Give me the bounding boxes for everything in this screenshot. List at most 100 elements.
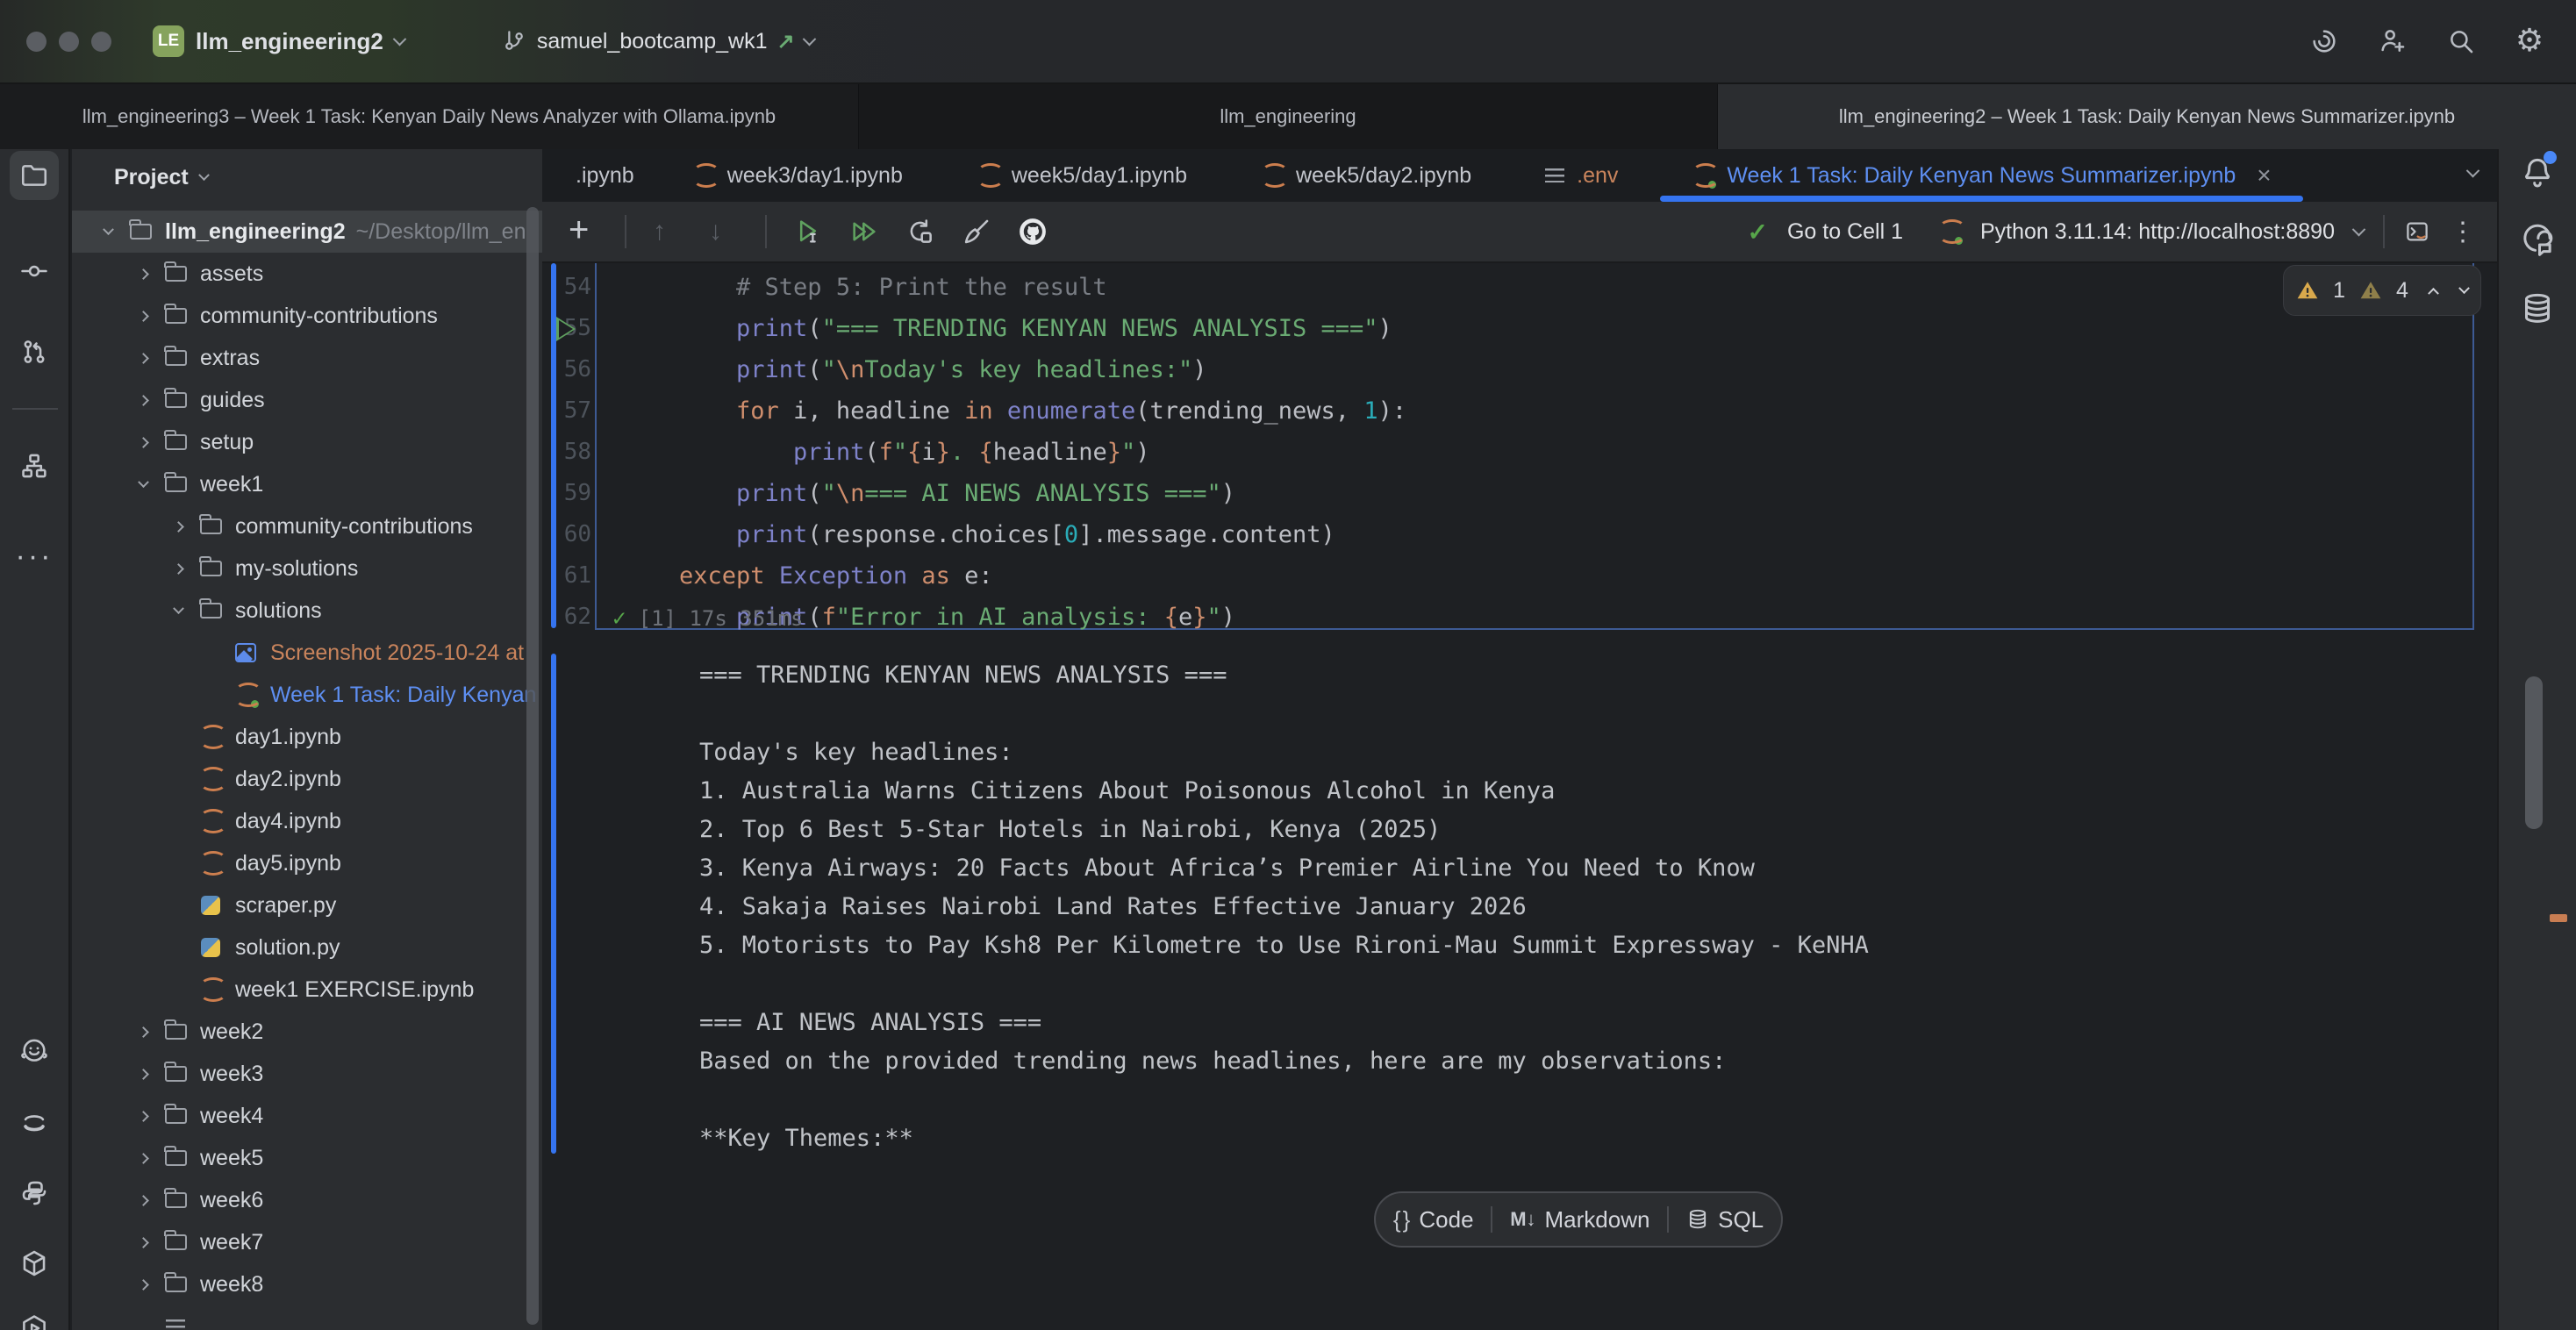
window-tab[interactable]: llm_engineering [859, 84, 1718, 149]
tree-chevron-icon[interactable] [126, 354, 160, 362]
editor-tab[interactable]: week3/day1.ipynb [655, 149, 940, 202]
editor-scrollbar-thumb[interactable] [2525, 676, 2543, 829]
tree-chevron-icon[interactable] [126, 439, 160, 447]
code-line[interactable]: print(f"{i}. {headline}") [679, 432, 1406, 473]
code-line[interactable]: print("\nToday's key headlines:") [679, 349, 1406, 390]
tree-chevron-icon[interactable] [126, 1239, 160, 1247]
code-line[interactable]: for i, headline in enumerate(trending_ne… [679, 390, 1406, 432]
tree-item-community-contributions[interactable]: community-contributions [72, 505, 542, 547]
tree-chevron-icon[interactable] [126, 1281, 160, 1289]
settings-icon[interactable]: ⚙ [2515, 26, 2544, 56]
tree-chevron-icon[interactable] [126, 1028, 160, 1036]
tree-chevron-icon[interactable] [126, 270, 160, 278]
tree-chevron-icon[interactable] [161, 523, 195, 531]
tree-item-day1-ipynb[interactable]: day1.ipynb [72, 716, 542, 758]
tree-chevron-icon[interactable] [126, 481, 160, 489]
window-tab[interactable]: llm_engineering3 – Week 1 Task: Kenyan D… [0, 84, 859, 149]
tree-item-scraper-py[interactable]: scraper.py [72, 884, 542, 926]
tree-item-day2-ipynb[interactable]: day2.ipynb [72, 758, 542, 800]
restart-kernel-icon[interactable] [905, 217, 935, 247]
tree-chevron-icon[interactable] [126, 1155, 160, 1162]
python-packages-icon[interactable] [10, 1239, 59, 1288]
window-controls[interactable] [26, 32, 111, 52]
project-panel-header[interactable]: Project [72, 149, 542, 205]
project-folder-icon[interactable] [10, 151, 59, 200]
tree-item-day5-ipynb[interactable]: day5.ipynb [72, 842, 542, 884]
huggingface-icon[interactable] [10, 1026, 59, 1076]
search-everywhere-icon[interactable] [2446, 26, 2476, 56]
run-cell-icon[interactable] [793, 217, 823, 247]
inspections-widget[interactable]: 1 4 [2283, 265, 2481, 316]
close-window-button[interactable] [26, 32, 47, 52]
editor-tab[interactable]: week5/day2.ipynb [1224, 149, 1508, 202]
tree-item-my-solutions[interactable]: my-solutions [72, 547, 542, 590]
code-cell-content[interactable]: # Step 5: Print the result print("=== TR… [679, 267, 1406, 638]
tree-item-llm-engineering2[interactable]: llm_engineering2~/Desktop/llm_en [72, 211, 542, 253]
chevron-down-icon[interactable] [2352, 222, 2366, 236]
minimize-window-button[interactable] [59, 32, 79, 52]
tree-item-assets[interactable]: assets [72, 253, 542, 295]
add-markdown-cell-button[interactable]: M↓ Markdown [1505, 1206, 1655, 1233]
tree-item-community-contributions[interactable]: community-contributions [72, 295, 542, 337]
code-line[interactable]: except Exception as e: [679, 555, 1406, 597]
commit-icon[interactable] [10, 247, 59, 296]
more-options-icon[interactable]: ⋮ [2450, 217, 2476, 247]
branch-widget[interactable]: samuel_bootcamp_wk1 ↗ [501, 28, 814, 54]
notifications-bell-icon[interactable] [2520, 154, 2555, 189]
tree-item-week7[interactable]: week7 [72, 1221, 542, 1263]
editor-tab[interactable]: Week 1 Task: Daily Kenyan News Summarize… [1655, 149, 2308, 202]
tree-chevron-icon[interactable] [126, 312, 160, 320]
editor-tab[interactable]: week5/day1.ipynb [940, 149, 1224, 202]
editor-tab[interactable]: .ipynb [542, 149, 655, 202]
tree-chevron-icon[interactable] [126, 1070, 160, 1078]
tree-item-guides[interactable]: guides [72, 379, 542, 421]
run-line-icon[interactable] [556, 317, 576, 341]
project-tree-scrollbar[interactable] [526, 207, 539, 1325]
go-to-cell-button[interactable]: Go to Cell 1 [1787, 219, 1903, 245]
tree-chevron-icon[interactable] [161, 565, 195, 573]
tree-item-week5[interactable]: week5 [72, 1137, 542, 1179]
add-cell-icon[interactable]: + [569, 217, 598, 247]
window-tab[interactable]: llm_engineering2 – Week 1 Task: Daily Ke… [1718, 84, 2576, 149]
jupyter-icon[interactable] [10, 1098, 59, 1148]
tree-item-week4[interactable]: week4 [72, 1095, 542, 1137]
code-line[interactable]: # Step 5: Print the result [679, 267, 1406, 308]
move-cell-down-icon[interactable]: ↓ [709, 217, 739, 247]
code-line[interactable]: print("\n=== AI NEWS ANALYSIS ===") [679, 473, 1406, 514]
editor-tab[interactable]: .env [1508, 149, 1655, 202]
move-cell-up-icon[interactable]: ↑ [653, 217, 683, 247]
tree-chevron-icon[interactable] [91, 228, 125, 236]
tree-item-screenshot-2025-10-24-at[interactable]: Screenshot 2025-10-24 at [72, 632, 542, 674]
pull-requests-icon[interactable] [10, 327, 59, 376]
previous-problem-icon[interactable] [2428, 287, 2439, 298]
code-line[interactable]: print(response.choices[0].message.conten… [679, 514, 1406, 555]
run-anything-icon[interactable] [10, 1304, 59, 1330]
tree-item-solution-py[interactable]: solution.py [72, 926, 542, 969]
tree-item-week6[interactable]: week6 [72, 1179, 542, 1221]
project-widget[interactable]: LE llm_engineering2 [153, 25, 404, 57]
interpreter-selector[interactable]: Python 3.11.14: http://localhost:8890 [1980, 219, 2335, 245]
zoom-window-button[interactable] [91, 32, 111, 52]
add-code-cell-button[interactable]: { } Code [1388, 1206, 1479, 1233]
more-icon[interactable]: ··· [10, 532, 59, 581]
code-line[interactable]: print("=== TRENDING KENYAN NEWS ANALYSIS… [679, 308, 1406, 349]
tree-chevron-icon[interactable] [161, 607, 195, 615]
python-console-icon[interactable] [10, 1169, 59, 1218]
tree-chevron-icon[interactable] [126, 1197, 160, 1205]
tree-item-solutions[interactable]: solutions [72, 590, 542, 632]
tree-item-partial[interactable] [72, 1305, 542, 1330]
structure-icon[interactable] [10, 441, 59, 490]
run-all-cells-icon[interactable] [849, 217, 879, 247]
tree-item-week-1-task-daily-kenyan[interactable]: Week 1 Task: Daily Kenyan [72, 674, 542, 716]
jupyter-console-icon[interactable] [2404, 218, 2430, 245]
add-sql-cell-button[interactable]: SQL [1681, 1206, 1769, 1233]
tree-item-day4-ipynb[interactable]: day4.ipynb [72, 800, 542, 842]
tree-item-week1-exercise-ipynb[interactable]: week1 EXERCISE.ipynb [72, 969, 542, 1011]
tab-list-chevron-icon[interactable] [2466, 164, 2480, 178]
ai-assistant-icon[interactable] [2309, 26, 2339, 56]
close-tab-icon[interactable]: × [2257, 161, 2271, 189]
tree-chevron-icon[interactable] [126, 397, 160, 404]
ai-assistant-chat-icon[interactable] [2520, 223, 2555, 258]
tree-item-week2[interactable]: week2 [72, 1011, 542, 1053]
clear-outputs-icon[interactable] [962, 217, 991, 247]
